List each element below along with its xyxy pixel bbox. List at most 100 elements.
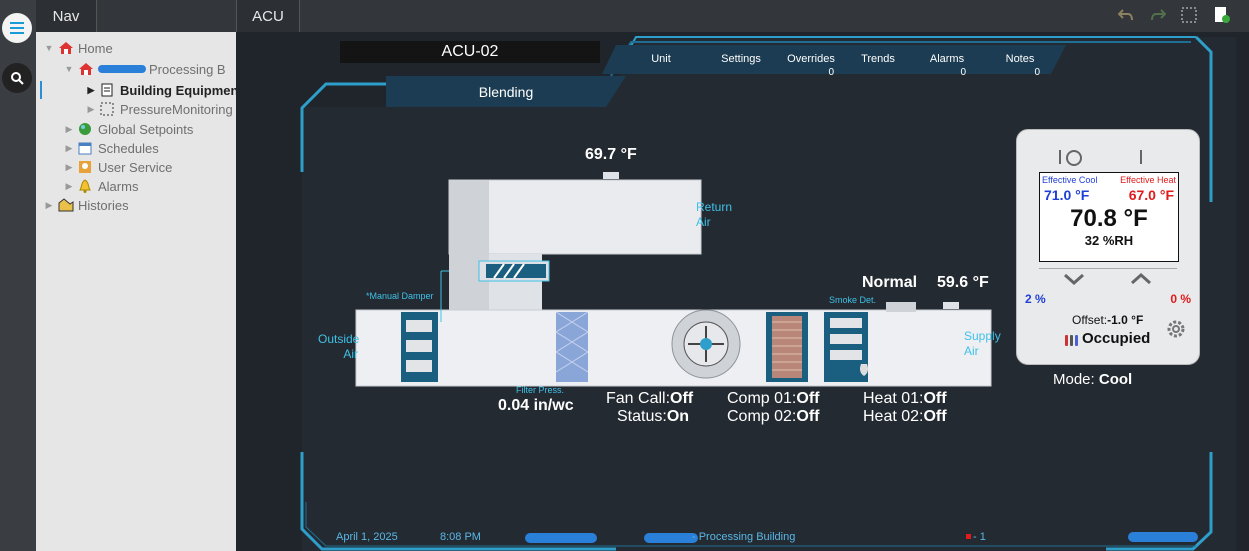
menu-overrides-count: 0 xyxy=(828,67,834,78)
settings-gear-icon[interactable] xyxy=(1165,318,1187,345)
expand-arrow-icon[interactable]: ▶ xyxy=(86,85,96,96)
menu-settings[interactable]: Settings xyxy=(706,45,776,79)
heat-percent: 0 % xyxy=(1170,292,1191,306)
redo-icon[interactable] xyxy=(1150,7,1167,28)
expand-arrow-icon[interactable]: ▶ xyxy=(64,181,74,192)
temp-up-button[interactable] xyxy=(1130,272,1152,290)
heat-02-label: Heat 02: xyxy=(863,408,924,425)
menu-trends[interactable]: Trends xyxy=(846,45,910,79)
tree-item-histories[interactable]: ▶ Histories xyxy=(44,196,129,214)
effective-heat-value: 67.0 °F xyxy=(1128,187,1174,203)
tree-item-pressure-monitoring[interactable]: ▶ PressureMonitoring xyxy=(86,100,233,118)
left-rail xyxy=(0,0,36,551)
power-button[interactable] xyxy=(1064,149,1084,172)
home-icon xyxy=(58,41,74,55)
menu-notes[interactable]: Notes 0 xyxy=(988,45,1052,79)
tree-item-building-equipment[interactable]: ▶ Building Equipmen xyxy=(86,81,236,99)
tree-item-label: Alarms xyxy=(98,178,139,194)
unit-title: ACU-02 xyxy=(441,43,499,60)
tree-item-home[interactable]: ▼ Home xyxy=(44,39,113,57)
offset-value: -1.0 °F xyxy=(1107,313,1144,327)
footer-time: 8:08 PM xyxy=(440,531,481,543)
tree-item-processing[interactable]: ▼ Processing B xyxy=(64,60,226,78)
heat-01-label: Heat 01: xyxy=(863,390,924,407)
offset-label: Offset: xyxy=(1072,313,1108,327)
menu-overrides[interactable]: Overrides 0 xyxy=(776,45,846,79)
fan-call: Fan Call:Off xyxy=(606,390,693,408)
globe-icon xyxy=(78,122,94,136)
bell-icon xyxy=(78,179,94,193)
collapse-arrow-icon[interactable]: ▼ xyxy=(64,64,74,74)
mode: Mode: Cool xyxy=(1053,371,1132,388)
outside-air-label: Outside Air xyxy=(318,332,360,361)
acu-tab[interactable]: ACU xyxy=(236,0,300,32)
tree-item-alarms[interactable]: ▶ Alarms xyxy=(64,177,139,195)
redaction-mark xyxy=(1128,532,1198,542)
effective-cool-label: Effective Cool xyxy=(1042,175,1098,185)
menu-alarms-count: 0 xyxy=(960,67,966,78)
offset: Offset:-1.0 °F xyxy=(1072,313,1143,327)
effective-heat-label: Effective Heat xyxy=(1120,175,1176,185)
home-icon xyxy=(78,62,94,76)
tree-item-label: Home xyxy=(78,40,113,56)
heat-01: Heat 01:Off xyxy=(863,390,947,408)
collapse-arrow-icon[interactable]: ▼ xyxy=(44,43,54,53)
main-header: ACU xyxy=(236,0,1249,32)
comp-01: Comp 01:Off xyxy=(727,390,819,408)
select-frame-icon[interactable] xyxy=(1181,7,1197,28)
menu-unit-label: Unit xyxy=(651,53,671,65)
comp-02: Comp 02:Off xyxy=(727,408,819,426)
footer-alarm[interactable]: - 1 xyxy=(973,531,986,543)
heat-02-value: Off xyxy=(923,408,947,425)
fan-status-value: On xyxy=(666,408,690,425)
temp-down-button[interactable] xyxy=(1063,272,1085,290)
expand-arrow-icon[interactable]: ▶ xyxy=(44,200,54,211)
comp-01-value: Off xyxy=(796,390,820,407)
tree-item-label: Processing B xyxy=(149,61,226,77)
tree-item-label: Schedules xyxy=(98,140,159,156)
space-temp: 70.8 °F xyxy=(1070,205,1148,232)
return-air-label: Return Air xyxy=(696,200,733,229)
heat-02: Heat 02:Off xyxy=(863,408,947,426)
smoke-det-label: Smoke Det. xyxy=(829,295,877,305)
tree-item-global-setpoints[interactable]: ▶ Global Setpoints xyxy=(64,120,194,138)
tree-item-label: Global Setpoints xyxy=(98,121,194,137)
export-page-icon[interactable] xyxy=(1214,6,1230,29)
menu-trends-label: Trends xyxy=(861,53,895,65)
menu-alarms[interactable]: Alarms 0 xyxy=(916,45,978,79)
expand-arrow-icon[interactable]: ▶ xyxy=(64,124,74,135)
return-temp: 69.7 °F xyxy=(585,146,637,163)
menu-unit[interactable]: Unit xyxy=(631,45,691,79)
redaction-mark xyxy=(644,533,698,543)
comp-02-label: Comp 02: xyxy=(727,408,797,425)
menu-settings-label: Settings xyxy=(721,53,761,65)
occupancy-status: Occupied xyxy=(1082,330,1151,347)
tree-item-schedules[interactable]: ▶ Schedules xyxy=(64,139,159,157)
menu-notes-count: 0 xyxy=(1034,67,1040,78)
redaction-mark xyxy=(525,533,597,543)
redaction-mark xyxy=(98,65,146,73)
thermostat-bar-right-icon xyxy=(1140,150,1144,169)
expand-arrow-icon[interactable]: ▶ xyxy=(64,162,74,173)
effective-cool-value: 71.0 °F xyxy=(1044,187,1090,203)
thermostat-display: Effective Cool Effective Heat 71.0 °F 67… xyxy=(1039,172,1179,262)
footer-date: April 1, 2025 xyxy=(336,531,398,543)
supply-air-label: Supply Air xyxy=(964,329,1001,358)
tree-item-label: Building Equipmen xyxy=(120,82,236,98)
expand-arrow-icon[interactable]: ▶ xyxy=(64,143,74,154)
fan-call-value: Off xyxy=(670,390,694,407)
footer-location: - Processing Building xyxy=(692,531,796,543)
mode-label: Mode: xyxy=(1053,371,1095,388)
blending-tab[interactable]: Blending xyxy=(386,84,626,100)
search-icon[interactable] xyxy=(2,63,32,93)
fan-status: Status:On xyxy=(617,408,689,426)
filter-press-value: 0.04 in/wc xyxy=(498,397,574,414)
menu-notes-label: Notes xyxy=(1005,53,1035,65)
expand-arrow-icon[interactable]: ▶ xyxy=(86,104,96,115)
menu-icon[interactable] xyxy=(2,13,32,43)
divider xyxy=(1039,268,1177,269)
undo-icon[interactable] xyxy=(1117,7,1134,28)
histories-icon xyxy=(58,198,74,212)
tree-item-user-service[interactable]: ▶ User Service xyxy=(64,158,173,176)
nav-tab[interactable]: Nav xyxy=(36,0,97,32)
